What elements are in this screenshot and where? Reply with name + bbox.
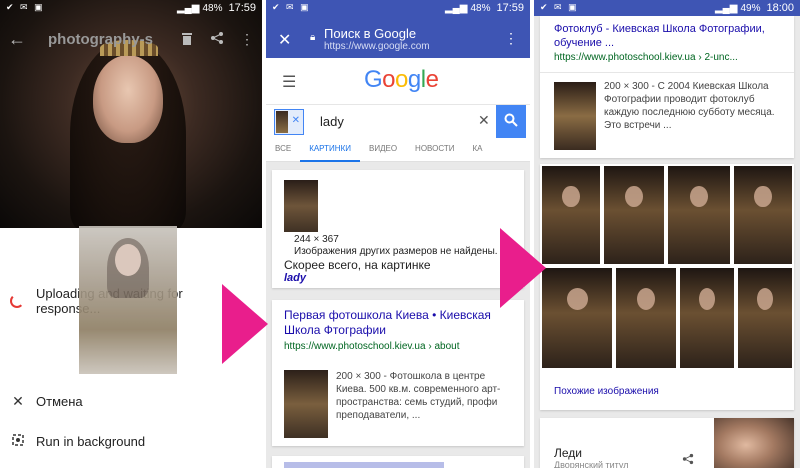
search-result: Фотоклуб - Киевская Школа Фотографии, об… — [540, 16, 794, 158]
result-url[interactable]: https://www.photoschool.kiev.ua › about — [284, 341, 459, 352]
similar-image[interactable] — [734, 166, 792, 264]
similar-image[interactable] — [616, 268, 676, 368]
tab-video[interactable]: ВИДЕО — [360, 138, 406, 162]
battery-level: 49% — [740, 2, 761, 14]
signal-icon: ▂▄▆ — [444, 2, 468, 14]
tab-all[interactable]: ВСЕ — [266, 138, 300, 162]
similar-image[interactable] — [542, 268, 612, 368]
trash-icon[interactable] — [172, 31, 202, 48]
share-icon[interactable] — [202, 31, 232, 48]
query-image-thumbnail[interactable] — [284, 180, 318, 232]
other-sizes-text: Изображения других размеров не найдены. — [294, 246, 498, 257]
similar-image[interactable] — [542, 166, 600, 264]
logo-letter: e — [425, 66, 439, 93]
result-title-placeholder — [284, 462, 444, 468]
loading-spinner-icon — [10, 294, 24, 308]
clock: 18:00 — [766, 2, 794, 14]
similar-images-link[interactable]: Похожие изображения — [554, 386, 659, 397]
run-in-background-label: Run in background — [36, 433, 146, 449]
chip-remove-icon[interactable]: ✕ — [292, 115, 300, 126]
upload-thumbnail — [79, 226, 177, 374]
search-result-next — [272, 456, 524, 468]
logo-letter: o — [382, 66, 396, 93]
tab-images[interactable]: КАРТИНКИ — [300, 138, 360, 162]
notification-icons: ✔ ✉ ▣ — [540, 2, 579, 12]
google-search-screen: ✔ ✉ ▣ ▂▄▆ 48% 17:59 ✕ 🔒︎ Поиск в Google … — [266, 0, 530, 468]
overflow-menu-icon[interactable]: ⋮ — [232, 31, 262, 48]
close-icon: ✕ — [12, 392, 24, 409]
knowledge-title[interactable]: Леди — [554, 446, 582, 460]
search-result: Первая фотошкола Киева • Киевская Школа … — [272, 300, 524, 446]
result-snippet: 200 × 300 - С 2004 Киевская Школа Фотогр… — [604, 81, 775, 131]
search-icon — [504, 113, 518, 127]
share-icon[interactable] — [682, 452, 694, 468]
best-guess-link[interactable]: lady — [284, 272, 306, 284]
arrow-right-icon — [222, 284, 268, 364]
thumbnail-face — [115, 244, 141, 276]
result-thumbnail[interactable] — [284, 370, 328, 438]
chip-thumbnail — [276, 111, 288, 133]
photo-face — [93, 55, 163, 143]
notification-icons: ✔ ✉ ▣ — [6, 2, 45, 12]
upload-screen: ✔ ✉ ▣ ▂▄▆ 48% 17:59 ← photography-s ⋮ Up… — [0, 0, 262, 468]
result-snippet: 200 × 300 - Фотошкола в центре Киева. 50… — [336, 371, 501, 421]
signal-icon: ▂▄▆ — [714, 2, 738, 14]
knowledge-card: Леди Дворянский титул — [540, 418, 794, 468]
tab-maps[interactable]: КА — [464, 138, 492, 162]
back-arrow-icon[interactable]: ← — [8, 29, 28, 50]
search-box: ✕ lady ✕ — [266, 104, 530, 139]
logo-letter: g — [407, 66, 421, 93]
logo-letter: G — [364, 66, 383, 93]
arrow-right-icon — [500, 228, 546, 308]
result-thumbnail[interactable] — [554, 82, 596, 150]
search-tabs: ВСЕ КАРТИНКИ ВИДЕО НОВОСТИ КА — [266, 138, 530, 162]
close-icon[interactable]: ✕ — [278, 30, 291, 50]
notification-icons: ✔ ✉ ▣ — [272, 2, 311, 12]
similar-image[interactable] — [604, 166, 664, 264]
custom-tab-bar: ✔ ✉ ▣ ▂▄▆ 48% 17:59 ✕ 🔒︎ Поиск в Google … — [266, 0, 530, 58]
hamburger-menu-icon[interactable]: ☰ — [282, 72, 296, 92]
run-in-background-button[interactable]: Run in background — [0, 426, 262, 456]
status-bar: ✔ ✉ ▣ ▂▄▆ 48% 17:59 — [0, 0, 262, 16]
search-results-screen: ✔ ✉ ▣ ▂▄▆ 49% 18:00 Фотоклуб - Киевская … — [534, 0, 800, 468]
similar-image[interactable] — [668, 166, 730, 264]
tab-url: https://www.google.com — [324, 41, 430, 52]
battery-level: 48% — [470, 2, 491, 14]
status-bar: ✔ ✉ ▣ ▂▄▆ 48% 17:59 — [266, 0, 530, 16]
similar-images-card: Похожие изображения — [540, 164, 794, 410]
background-icon — [0, 433, 36, 449]
tab-news[interactable]: НОВОСТИ — [406, 138, 463, 162]
similar-image[interactable] — [738, 268, 792, 368]
search-input[interactable]: lady — [320, 114, 344, 129]
image-info-card: 244 × 367 Изображения других размеров не… — [272, 170, 524, 288]
cancel-button[interactable]: ✕ Отмена — [0, 386, 262, 416]
lock-icon: 🔒︎ — [310, 32, 316, 43]
tab-title: Поиск в Google — [324, 26, 417, 41]
image-dimensions: 244 × 367 — [294, 234, 339, 245]
status-bar: ✔ ✉ ▣ ▂▄▆ 49% 18:00 — [534, 0, 800, 16]
similar-image[interactable] — [680, 268, 734, 368]
battery-level: 48% — [202, 2, 223, 14]
divider — [540, 72, 794, 73]
knowledge-thumbnail[interactable] — [714, 418, 794, 468]
search-button[interactable] — [496, 105, 526, 139]
google-header: ☰ Google — [266, 58, 530, 104]
viewer-toolbar: ← photography-s ⋮ — [0, 22, 262, 56]
best-guess-text: Скорее всего, на картинке — [284, 258, 431, 272]
result-url[interactable]: https://www.photoschool.kiev.ua › 2-unc.… — [554, 52, 738, 63]
cancel-label: Отмена — [36, 393, 83, 409]
signal-icon: ▂▄▆ — [176, 2, 200, 14]
file-title: photography-s — [48, 30, 153, 48]
result-title-link[interactable]: Фотоклуб - Киевская Школа Фотографии, об… — [554, 22, 784, 50]
logo-letter: o — [395, 66, 408, 93]
clear-search-icon[interactable]: ✕ — [478, 112, 490, 129]
overflow-menu-icon[interactable]: ⋮ — [504, 30, 518, 47]
search-image-chip[interactable]: ✕ — [274, 109, 304, 135]
clock: 17:59 — [496, 2, 524, 14]
clock: 17:59 — [228, 2, 256, 14]
knowledge-subtitle: Дворянский титул — [554, 460, 629, 468]
google-logo: Google — [364, 66, 439, 94]
result-title-link[interactable]: Первая фотошкола Киева • Киевская Школа … — [284, 308, 514, 338]
